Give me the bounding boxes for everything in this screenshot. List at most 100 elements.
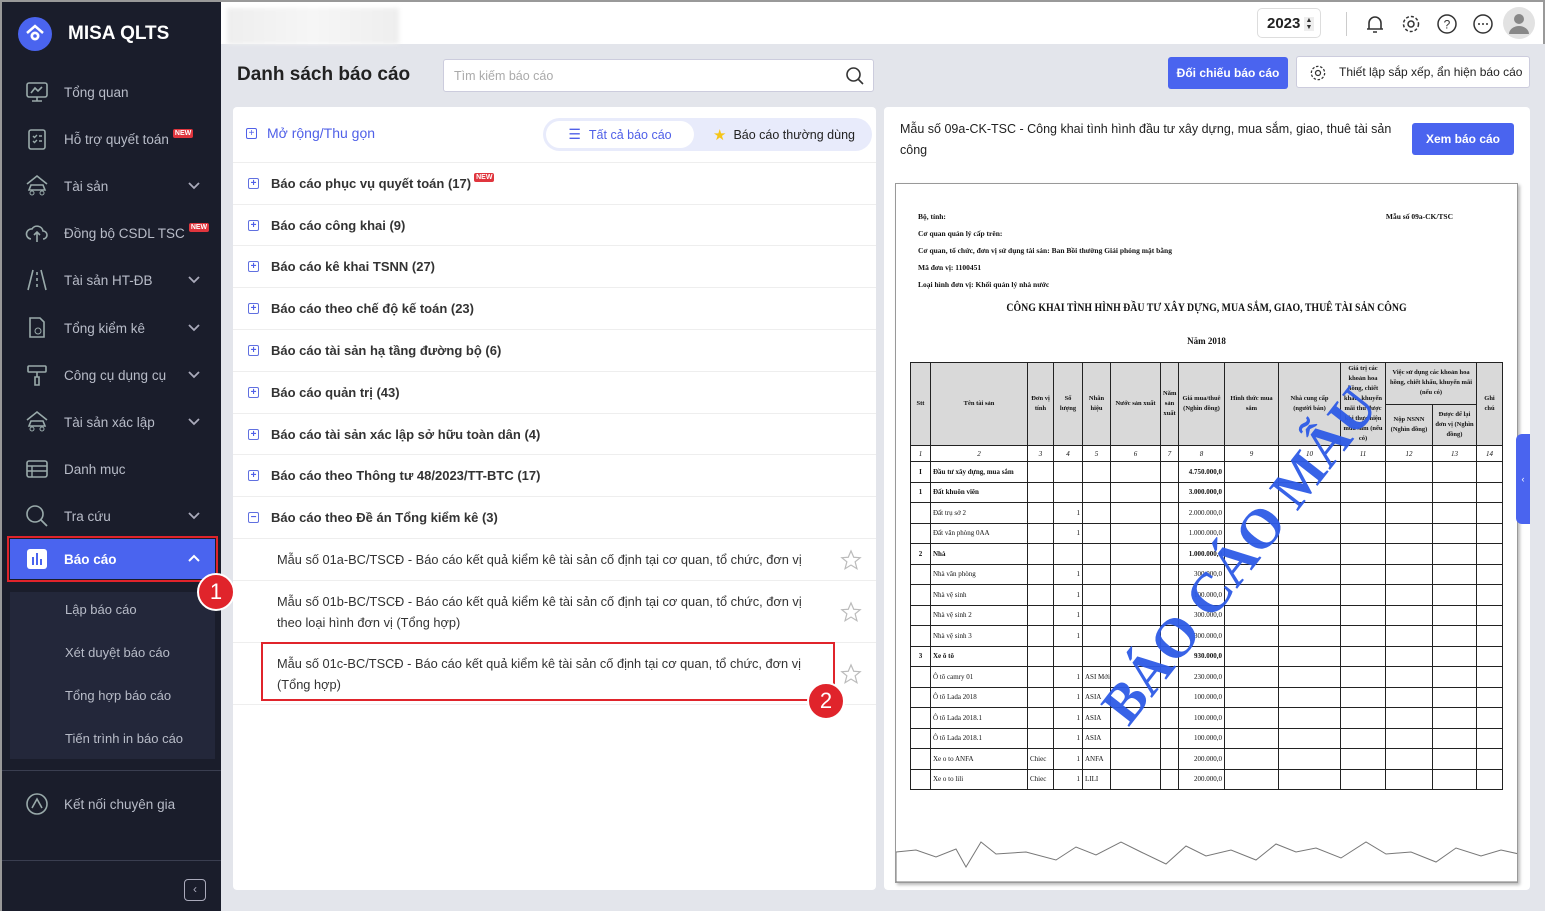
submenu-xet-duyet[interactable]: Xét duyệt báo cáo — [65, 645, 170, 660]
search-icon — [26, 505, 48, 527]
group-label: Báo cáo theo chế độ kế toán (23) — [271, 301, 474, 316]
star-outline-icon[interactable] — [840, 548, 862, 571]
tab-favorite-reports[interactable]: ★ Báo cáo thường dùng — [713, 126, 855, 144]
sidebar-item-tai-san-ht-db[interactable]: Tài sản HT-ĐB — [10, 260, 215, 300]
cell-unit — [1027, 543, 1054, 565]
cell-stt — [910, 768, 931, 790]
table-header: Được để lại đơn vị (Nghìn đồng) — [1431, 403, 1478, 446]
cell-stt: 1 — [910, 481, 931, 503]
sidebar-item-label: Đồng bộ CSDL TSC — [64, 225, 185, 241]
gear-icon[interactable] — [1399, 12, 1423, 36]
sidebar-item-label: Kết nối chuyên gia — [64, 796, 176, 812]
panel-toggle-handle[interactable]: ‹ — [1516, 434, 1530, 524]
more-icon[interactable] — [1471, 12, 1495, 36]
sidebar-item-label: Công cụ dụng cụ — [64, 367, 167, 383]
tools-icon — [27, 365, 47, 386]
spinner-arrows-icon[interactable]: ▲ ▼ — [1304, 17, 1314, 31]
form-number: Mẫu số 09a-CK/TSC — [1385, 212, 1453, 221]
cell-brand — [1082, 563, 1111, 585]
report-group-row[interactable]: + Báo cáo quản trị (43) — [233, 371, 876, 413]
button-label: Thiết lập sắp xếp, ẩn hiện báo cáo — [1339, 65, 1523, 79]
report-group-row[interactable]: + Báo cáo tài sản hạ tầng đường bộ (6) — [233, 329, 876, 371]
app-logo[interactable]: MISA QLTS — [18, 17, 169, 51]
minus-square-icon[interactable]: − — [248, 512, 259, 523]
report-item-label: Mẫu số 01a-BC/TSCĐ - Báo cáo kết quả kiể… — [277, 552, 802, 567]
sidebar-item-ho-tro-quyet-toan[interactable]: Hỗ trợ quyết toán NEW — [10, 119, 215, 159]
sidebar-item-tai-san-xac-lap[interactable]: Tài sản xác lập — [10, 402, 215, 442]
year-stepper[interactable]: 2023 ▲ ▼ — [1257, 8, 1321, 38]
plus-square-icon[interactable]: + — [248, 387, 259, 398]
sidebar-item-label: Tra cứu — [64, 508, 111, 524]
table-header: Số lượng — [1053, 362, 1083, 446]
sidebar-item-cong-cu-dung-cu[interactable]: Công cụ dụng cụ — [10, 355, 215, 395]
report-group-row[interactable]: + Báo cáo công khai (9) — [233, 204, 876, 246]
expand-collapse-button[interactable]: + Mở rộng/Thu gọn — [246, 125, 375, 141]
help-icon[interactable]: ? — [1435, 12, 1459, 36]
view-report-button[interactable]: Xem báo cáo — [1412, 123, 1514, 155]
cell-name: Nhà — [930, 543, 1028, 565]
submenu-tien-trinh-in[interactable]: Tiến trình in báo cáo — [65, 731, 183, 746]
bar-chart-icon — [27, 549, 47, 569]
group-label: Báo cáo công khai (9) — [271, 218, 406, 233]
group-label: Báo cáo tài sản hạ tầng đường bộ (6) — [271, 343, 502, 358]
plus-square-icon[interactable]: + — [248, 261, 259, 272]
plus-square-icon[interactable]: + — [248, 303, 259, 314]
plus-square-icon[interactable]: + — [248, 429, 259, 440]
cell-unit — [1027, 727, 1054, 749]
report-group-row[interactable]: − Báo cáo theo Đề án Tổng kiểm kê (3) — [233, 496, 876, 538]
group-label: Báo cáo quản trị (43) — [271, 385, 400, 400]
report-item-row[interactable]: Mẫu số 01b-BC/TSCĐ - Báo cáo kết quả kiể… — [233, 580, 876, 642]
plus-square-icon[interactable]: + — [248, 220, 259, 231]
report-group-row[interactable]: + Báo cáo theo Thông tư 48/2023/TT-BTC (… — [233, 454, 876, 496]
report-settings-button[interactable]: Thiết lập sắp xếp, ẩn hiện báo cáo — [1296, 56, 1530, 88]
report-item-row[interactable]: Mẫu số 01a-BC/TSCĐ - Báo cáo kết quả kiể… — [233, 538, 876, 580]
submenu-tong-hop[interactable]: Tổng hợp báo cáo — [65, 688, 171, 703]
report-group-row[interactable]: + Báo cáo phục vụ quyết toán (17) NEW — [233, 162, 876, 204]
sidebar-item-tong-quan[interactable]: Tổng quan — [10, 72, 215, 112]
cell-stt — [910, 522, 931, 544]
highlight-box — [261, 642, 835, 701]
avatar[interactable] — [1503, 7, 1535, 39]
cell-qty: 1 — [1053, 727, 1083, 749]
search-icon[interactable] — [845, 66, 865, 86]
sidebar-item-bao-cao[interactable]: Báo cáo — [7, 536, 218, 582]
document-year: Năm 2018 — [1187, 336, 1226, 346]
sidebar-item-tong-kiem-ke[interactable]: Tổng kiểm kê — [10, 308, 215, 348]
cell-price: 200.000,0 — [1178, 768, 1225, 790]
bell-icon[interactable] — [1363, 12, 1387, 36]
sidebar-item-ket-noi-chuyen-gia[interactable]: Kết nối chuyên gia — [10, 784, 215, 824]
tab-all-reports[interactable]: ☰ Tất cả báo cáo — [546, 121, 694, 148]
report-filter-tabs: ☰ Tất cả báo cáo ★ Báo cáo thường dùng — [543, 118, 872, 151]
tab-label: Báo cáo thường dùng — [733, 128, 855, 142]
expand-label: Mở rộng/Thu gọn — [267, 125, 376, 141]
table-header: Nhãn hiệu — [1082, 362, 1111, 446]
star-outline-icon[interactable] — [840, 662, 862, 685]
cell-price: 3.000.000,0 — [1178, 481, 1225, 503]
cell-name: Nhà vệ sinh 2 — [930, 604, 1028, 626]
report-group-row[interactable]: + Báo cáo tài sản xác lập sở hữu toàn dâ… — [233, 413, 876, 455]
sidebar-item-dong-bo-csdl-tsc[interactable]: Đồng bộ CSDL TSC NEW — [10, 213, 215, 253]
collapse-sidebar-button[interactable]: ‹ — [184, 879, 206, 901]
report-group-row[interactable]: + Báo cáo theo chế độ kế toán (23) — [233, 287, 876, 329]
cell-brand — [1082, 645, 1111, 667]
cell-qty: 1 — [1053, 666, 1083, 688]
report-group-row[interactable]: + Báo cáo kê khai TSNN (27) — [233, 245, 876, 287]
submenu-lap-bao-cao[interactable]: Lập báo cáo — [65, 602, 137, 617]
sidebar-item-danh-muc[interactable]: Danh mục — [10, 449, 215, 489]
compare-reports-button[interactable]: Đối chiếu báo cáo — [1168, 57, 1288, 89]
cell-unit — [1027, 645, 1054, 667]
sidebar-item-tai-san[interactable]: Tài sản — [10, 166, 215, 206]
cell-unit — [1027, 584, 1054, 606]
cell-stt: 2 — [910, 543, 931, 565]
cell-name: Ô tô Lada 2018.1 — [930, 727, 1028, 749]
cell-brand: ANFA — [1082, 748, 1111, 770]
cell-price: 4.750.000,0 — [1178, 461, 1225, 483]
chevron-down-icon — [188, 324, 200, 332]
star-outline-icon[interactable] — [840, 600, 862, 623]
plus-square-icon[interactable]: + — [248, 178, 259, 189]
sidebar-item-tra-cuu[interactable]: Tra cứu — [10, 496, 215, 536]
search-input[interactable]: Tìm kiếm báo cáo — [443, 59, 874, 92]
cell-brand — [1082, 584, 1111, 606]
plus-square-icon[interactable]: + — [248, 470, 259, 481]
plus-square-icon[interactable]: + — [248, 345, 259, 356]
